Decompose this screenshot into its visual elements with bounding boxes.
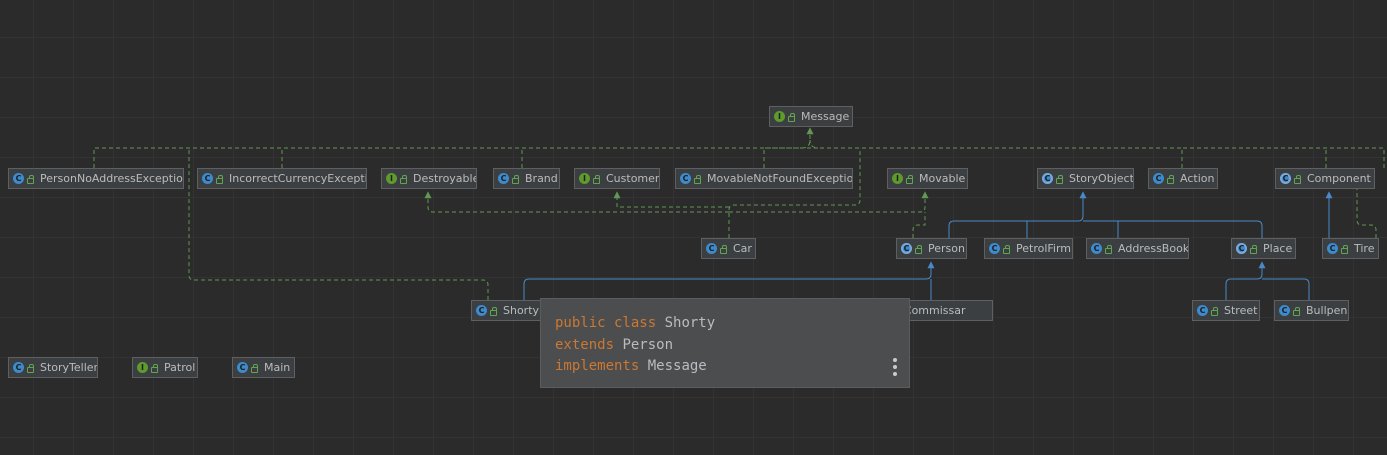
class-icon: C xyxy=(680,173,691,184)
abstract-class-icon: C xyxy=(1280,173,1291,184)
node-addressbook[interactable]: C AddressBook xyxy=(1086,238,1189,259)
lock-icon xyxy=(251,363,258,373)
lock-icon xyxy=(1293,306,1300,316)
class-icon: C xyxy=(1327,243,1338,254)
lock-icon xyxy=(512,174,519,184)
class-icon: C xyxy=(1279,305,1290,316)
node-customer[interactable]: I Customer xyxy=(574,168,660,189)
class-icon: C xyxy=(989,243,1000,254)
lock-icon xyxy=(915,244,922,254)
node-main[interactable]: C Main xyxy=(232,357,295,378)
class-icon: C xyxy=(13,173,24,184)
signature-line-implements: implements Message xyxy=(555,358,707,374)
signature-line-declaration: public class Shorty xyxy=(555,315,716,331)
node-movable[interactable]: I Movable xyxy=(887,168,968,189)
node-message[interactable]: I Message xyxy=(769,106,853,127)
lock-icon xyxy=(1250,244,1257,254)
lock-icon xyxy=(906,174,913,184)
interface-icon: I xyxy=(579,173,590,184)
lock-icon xyxy=(720,244,727,254)
lock-icon xyxy=(788,112,795,122)
node-incorrectcurrencyexception[interactable]: C IncorrectCurrencyException xyxy=(197,168,367,189)
lock-icon xyxy=(400,174,407,184)
node-place[interactable]: C Place xyxy=(1231,238,1296,259)
lock-icon xyxy=(1003,244,1010,254)
class-icon: C xyxy=(1197,305,1208,316)
node-person[interactable]: C Person xyxy=(896,238,967,259)
interface-icon: I xyxy=(774,111,785,122)
interface-icon: I xyxy=(892,173,903,184)
node-car[interactable]: C Car xyxy=(701,238,756,259)
lock-icon xyxy=(27,174,34,184)
lock-icon xyxy=(1105,244,1112,254)
node-destroyable[interactable]: I Destroyable xyxy=(381,168,477,189)
class-icon: C xyxy=(1153,173,1164,184)
lock-icon xyxy=(490,306,497,316)
lock-icon xyxy=(151,363,158,373)
lock-icon xyxy=(1167,174,1174,184)
class-icon: C xyxy=(706,243,717,254)
interface-icon: I xyxy=(386,173,397,184)
class-icon: C xyxy=(13,362,24,373)
node-storyobject[interactable]: C StoryObject xyxy=(1037,168,1134,189)
main-class-icon: C xyxy=(237,362,248,373)
class-icon: C xyxy=(476,305,487,316)
class-icon: C xyxy=(1091,243,1102,254)
node-bullpen[interactable]: C Bullpen xyxy=(1274,300,1349,321)
node-personnoaddressexception[interactable]: C PersonNoAddressException xyxy=(8,168,184,189)
class-icon: C xyxy=(498,173,509,184)
node-action[interactable]: C Action xyxy=(1148,168,1218,189)
lock-icon xyxy=(27,363,34,373)
node-movablenotfoundexception[interactable]: C MovableNotFoundException xyxy=(675,168,853,189)
node-storyteller[interactable]: C StoryTeller xyxy=(8,357,98,378)
node-patrol[interactable]: I Patrol xyxy=(132,357,198,378)
diagram-canvas[interactable]: I Message C PersonNoAddressException C Inco… xyxy=(0,0,1387,455)
abstract-class-icon: C xyxy=(901,243,912,254)
lock-icon xyxy=(1056,174,1063,184)
node-component[interactable]: C Component xyxy=(1275,168,1375,189)
lock-icon xyxy=(216,174,223,184)
abstract-class-icon: C xyxy=(1042,173,1053,184)
class-icon: C xyxy=(202,173,213,184)
node-tire[interactable]: C Tire xyxy=(1322,238,1379,259)
signature-line-extends: extends Person xyxy=(555,336,674,353)
node-brand[interactable]: C Brand xyxy=(493,168,560,189)
node-petrolfirm[interactable]: C PetrolFirm xyxy=(984,238,1073,259)
node-street[interactable]: C Street xyxy=(1192,300,1260,321)
lock-icon xyxy=(593,174,600,184)
class-signature-tooltip: public class Shorty extends Person imple… xyxy=(540,298,910,388)
lock-icon xyxy=(1211,306,1218,316)
node-shorty[interactable]: C Shorty xyxy=(471,300,541,321)
lock-icon xyxy=(1341,244,1348,254)
abstract-class-icon: C xyxy=(1236,243,1247,254)
lock-icon xyxy=(1294,174,1301,184)
lock-icon xyxy=(694,174,701,184)
more-vertical-icon[interactable] xyxy=(893,358,897,376)
interface-icon: I xyxy=(137,362,148,373)
